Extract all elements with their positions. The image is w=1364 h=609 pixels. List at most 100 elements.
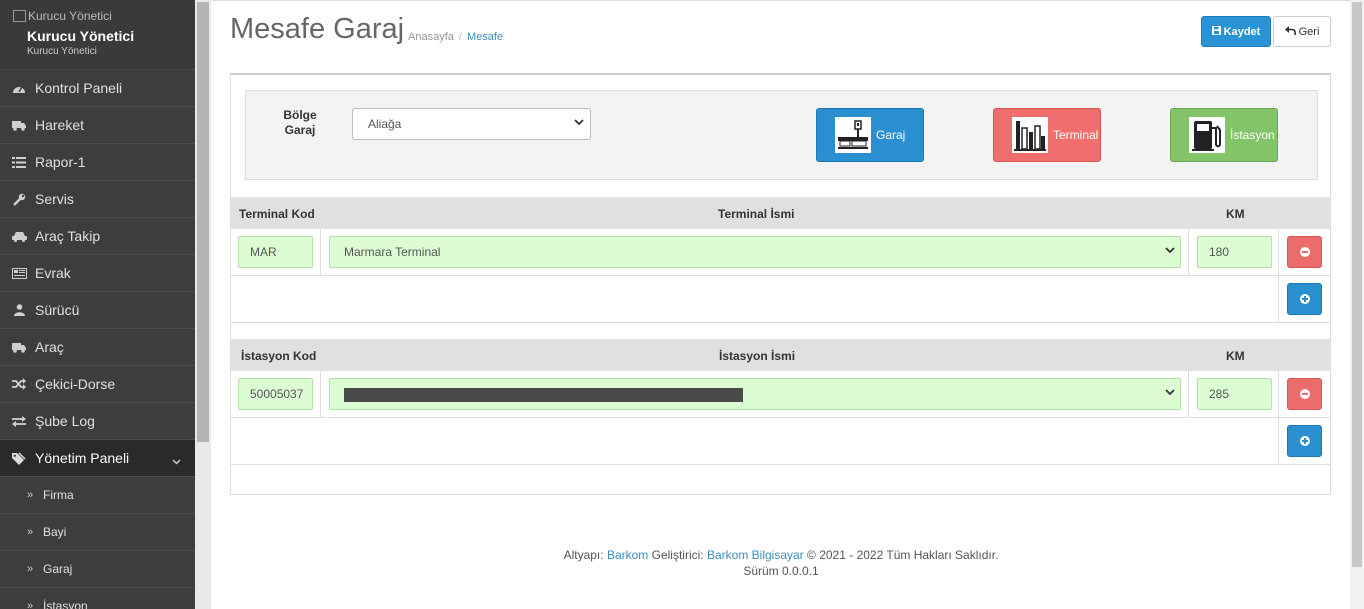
sidebar-item-hareket[interactable]: Hareket: [0, 107, 195, 144]
sidebar-item-arac-takip[interactable]: Araç Takip: [0, 218, 195, 255]
main-content: Mesafe Garaj Anasayfa / Mesafe Kaydet Geri…: [212, 0, 1350, 609]
list-icon: [11, 154, 27, 170]
angle-double-right-icon: »: [27, 563, 34, 575]
garaj-button[interactable]: Garaj: [816, 108, 924, 162]
user-icon: [11, 302, 27, 318]
bolge-garaj-select[interactable]: Aliağa: [352, 108, 591, 140]
istasyon-kod-input[interactable]: 50005037: [238, 378, 313, 410]
sidebar-subitem-label: Garaj: [43, 562, 73, 576]
terminal-table-header: Terminal Kod Terminal İsmi KM: [231, 197, 1330, 229]
istasyon-button[interactable]: İstasyon: [1170, 108, 1278, 162]
plus-circle-icon: [1299, 436, 1310, 446]
footer: Altyapı: Barkom Geliştirici: Barkom Bilg…: [212, 547, 1350, 579]
istasyon-isim-select[interactable]: [329, 378, 1181, 410]
user-name: Kurucu Yönetici: [27, 28, 135, 44]
terminal-km-header: KM: [1226, 207, 1245, 221]
minus-circle-icon: [1299, 389, 1310, 399]
angle-double-right-icon: »: [27, 489, 34, 501]
save-button[interactable]: Kaydet: [1201, 16, 1271, 47]
sidebar-item-evrak[interactable]: Evrak: [0, 255, 195, 292]
sidebar-subitem-garaj[interactable]: » Garaj: [0, 551, 195, 588]
plus-circle-icon: [1299, 294, 1310, 304]
cell-divider: [1278, 229, 1279, 275]
sidebar-item-label: Hareket: [35, 117, 85, 133]
sidebar-item-label: Çekici-Dorse: [35, 376, 116, 392]
sidebar-item-rapor-1[interactable]: Rapor-1: [0, 144, 195, 181]
add-terminal-row-button[interactable]: [1287, 283, 1322, 315]
sidebar-subitem-label: Bayi: [43, 525, 67, 539]
distance-panel: Bölge Garaj Aliağa Garaj Terminal İstasy…: [230, 73, 1331, 495]
sidebar-item-label: Araç Takip: [35, 228, 101, 244]
terminal-building-icon: [1012, 117, 1048, 153]
page-title: Mesafe Garaj: [230, 13, 405, 45]
sidebar-header: Kurucu Yönetici Kurucu Yönetici Kurucu Y…: [0, 0, 195, 70]
logo: Kurucu Yönetici: [13, 9, 195, 23]
terminal-isim-select[interactable]: Marmara Terminal: [329, 236, 1181, 268]
cell-divider: [320, 229, 321, 275]
gelistirici-label: Geliştirici:: [651, 548, 704, 562]
footer-credits: Altyapı: Barkom Geliştirici: Barkom Bilg…: [212, 547, 1350, 563]
istasyon-km-value: 285: [1209, 387, 1230, 401]
fuel-pump-icon: [1189, 117, 1225, 153]
terminal-button[interactable]: Terminal: [993, 108, 1101, 162]
broken-image-icon: [13, 10, 26, 22]
newspaper-icon: [11, 265, 27, 281]
istasyon-km-input[interactable]: 285: [1197, 378, 1272, 410]
sidebar-item-label: Araç: [35, 339, 64, 355]
terminal-kod-input[interactable]: MAR: [238, 236, 313, 268]
page-scrollbar[interactable]: [1350, 0, 1364, 609]
table-row: 50005037 285: [231, 371, 1330, 418]
sidebar-subitem-istasyon[interactable]: » İstasyon: [0, 588, 195, 609]
cell-divider: [1278, 276, 1279, 322]
sidebar-item-yonetim-paneli[interactable]: Yönetim Paneli: [0, 440, 195, 477]
remove-terminal-row-button[interactable]: [1287, 236, 1322, 268]
copyright-text: © 2021 - 2022 Tüm Hakları Saklıdır.: [807, 548, 999, 562]
istasyon-isim-header: İstasyon İsmi: [719, 349, 796, 363]
sidebar-item-surucu[interactable]: Sürücü: [0, 292, 195, 329]
sidebar-item-label: Servis: [35, 191, 74, 207]
terminal-isim-value: Marmara Terminal: [344, 245, 441, 259]
back-button-label: Geri: [1298, 25, 1320, 38]
minus-circle-icon: [1299, 247, 1310, 257]
truck-icon: [11, 339, 27, 355]
cell-divider: [1188, 371, 1189, 417]
breadcrumb-current[interactable]: Mesafe: [467, 31, 503, 43]
sidebar-item-cekici-dorse[interactable]: Çekici-Dorse: [0, 366, 195, 403]
garaj-button-label: Garaj: [876, 128, 906, 142]
sidebar-item-arac[interactable]: Araç: [0, 329, 195, 366]
terminal-km-value: 180: [1209, 245, 1230, 259]
chevron-down-icon: [1165, 388, 1175, 399]
chevron-down-icon: [172, 452, 181, 468]
breadcrumb-home[interactable]: Anasayfa: [408, 31, 454, 43]
redacted-text: [344, 388, 743, 402]
sidebar-item-sube-log[interactable]: Şube Log: [0, 403, 195, 440]
add-istasyon-row-button[interactable]: [1287, 425, 1322, 457]
sidebar-item-servis[interactable]: Servis: [0, 181, 195, 218]
car-icon: [11, 228, 27, 244]
terminal-km-input[interactable]: 180: [1197, 236, 1272, 268]
terminal-button-label: Terminal: [1053, 128, 1099, 142]
table-add-row: [231, 418, 1330, 465]
chevron-down-icon: [1165, 246, 1175, 257]
page-scrollbar-thumb[interactable]: [1352, 2, 1362, 567]
cell-divider: [320, 371, 321, 417]
back-button[interactable]: Geri: [1273, 16, 1331, 47]
version-text: Sürüm 0.0.0.1: [743, 564, 819, 578]
sidebar: Kurucu Yönetici Kurucu Yönetici Kurucu Y…: [0, 0, 195, 609]
dashboard-icon: [11, 80, 27, 96]
istasyon-table-header: İstasyon Kod İstasyon İsmi KM: [231, 339, 1330, 371]
table-add-row: [231, 276, 1330, 323]
remove-istasyon-row-button[interactable]: [1287, 378, 1322, 410]
save-button-label: Kaydet: [1223, 25, 1261, 38]
gelistirici-link[interactable]: Barkom Bilgisayar: [707, 548, 804, 562]
sidebar-item-label: Yönetim Paneli: [35, 450, 130, 466]
sidebar-item-kontrol-paneli[interactable]: Kontrol Paneli: [0, 70, 195, 107]
altyapi-link[interactable]: Barkom: [607, 548, 648, 562]
truck-icon: [11, 117, 27, 133]
random-icon: [11, 376, 27, 392]
sidebar-subitem-firma[interactable]: » Firma: [0, 477, 195, 514]
sidebar-scrollbar-thumb[interactable]: [197, 2, 209, 442]
sidebar-subitem-bayi[interactable]: » Bayi: [0, 514, 195, 551]
istasyon-button-label: İstasyon: [1230, 128, 1275, 142]
sidebar-scrollbar[interactable]: [195, 0, 211, 609]
